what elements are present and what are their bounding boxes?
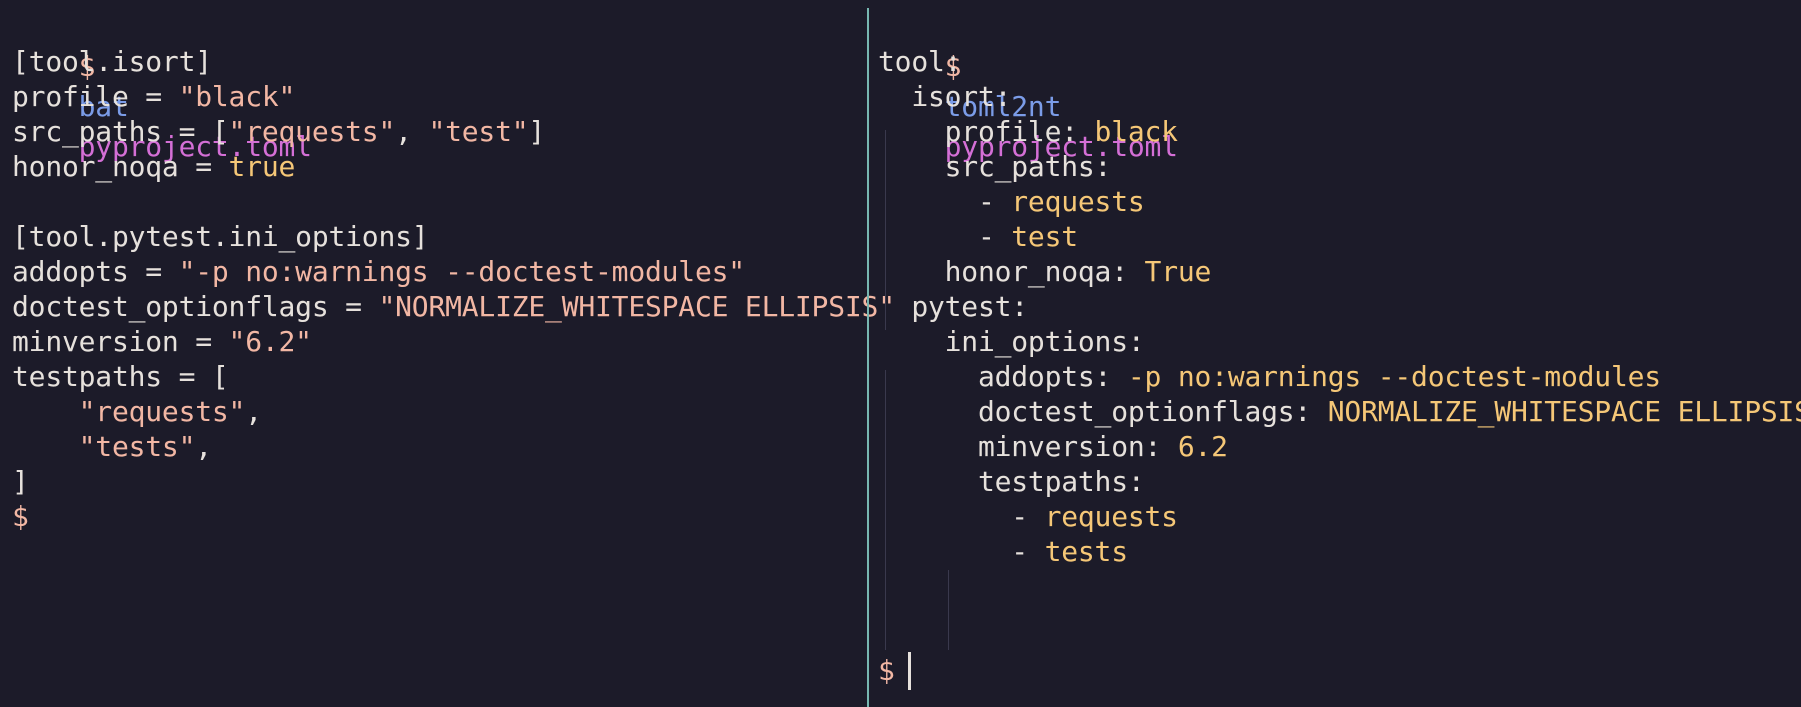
value-literal: 6.2: [1177, 430, 1228, 463]
output-line: honor_noqa: True: [878, 252, 1212, 292]
output-line: tool:: [878, 42, 961, 82]
output-line: testpaths = [: [12, 357, 229, 397]
prompt-symbol: $: [12, 500, 29, 533]
value-literal: true: [228, 150, 296, 183]
value-literal: black: [1094, 115, 1178, 148]
output-line: "tests",: [12, 427, 212, 467]
output-line: ini_options:: [878, 322, 1145, 362]
right-terminal-pane[interactable]: $ toml2nt pyproject.toml tool: isort: pr…: [870, 0, 1801, 707]
line-text: profile =: [12, 80, 179, 113]
output-line: profile = "black": [12, 77, 295, 117]
value-literal: -p no:warnings --doctest-modules: [1127, 360, 1661, 393]
string-literal: "NORMALIZE_WHITESPACE ELLIPSIS": [378, 290, 895, 323]
text-cursor[interactable]: [908, 652, 911, 690]
line-text: honor_noqa =: [12, 150, 229, 183]
prompt-symbol: $: [878, 654, 895, 687]
line-text: src_paths:: [878, 150, 1112, 183]
line-text: minversion =: [12, 325, 229, 358]
line-text: -: [878, 500, 1045, 533]
value-literal: tests: [1044, 535, 1128, 568]
line-text: [tool.isort]: [12, 45, 212, 78]
line-text: testpaths = [: [12, 360, 229, 393]
value-literal: True: [1144, 255, 1212, 288]
output-line: - requests: [878, 497, 1178, 537]
value-literal: requests: [1011, 185, 1145, 218]
pane-divider[interactable]: [867, 8, 869, 707]
string-literal: "tests": [78, 430, 196, 463]
line-text: ini_options:: [878, 325, 1145, 358]
line-text: minversion:: [878, 430, 1178, 463]
string-literal: "6.2": [228, 325, 312, 358]
output-line: addopts = "-p no:warnings --doctest-modu…: [12, 252, 745, 292]
line-text: -: [878, 185, 1012, 218]
line-text: -: [878, 535, 1045, 568]
output-line: profile: black: [878, 112, 1178, 152]
output-line: "requests",: [12, 392, 262, 432]
line-text: ,: [195, 430, 212, 463]
line-text: [tool.pytest.ini_options]: [12, 220, 429, 253]
output-line: - tests: [878, 532, 1128, 572]
line-text: ]: [528, 115, 546, 148]
line-text: addopts:: [878, 360, 1128, 393]
output-line: - requests: [878, 182, 1145, 222]
command-line: $ bat pyproject.toml: [12, 7, 312, 163]
line-text: ]: [12, 465, 29, 498]
output-line: doctest_optionflags = "NORMALIZE_WHITESP…: [12, 287, 895, 327]
output-line: [tool.isort]: [12, 42, 212, 82]
line-text: tool:: [878, 45, 962, 78]
string-literal: "-p no:warnings --doctest-modules": [178, 255, 746, 288]
string-literal: "requests": [228, 115, 396, 148]
left-terminal-pane[interactable]: $ bat pyproject.toml [tool.isort] profile…: [0, 0, 895, 707]
output-line: ]: [12, 462, 29, 502]
line-text: isort:: [878, 80, 1012, 113]
line-text: honor_noqa:: [878, 255, 1145, 288]
indent-guide: [948, 570, 949, 650]
line-text: testpaths:: [878, 465, 1145, 498]
value-literal: requests: [1044, 500, 1178, 533]
output-line: isort:: [878, 77, 1011, 117]
line-text: [12, 395, 79, 428]
output-line: src_paths = ["requests", "test"]: [12, 112, 545, 152]
line-text: ,: [245, 395, 262, 428]
output-line: addopts: -p no:warnings --doctest-module…: [878, 357, 1661, 397]
value-literal: NORMALIZE_WHITESPACE ELLIPSIS: [1327, 395, 1801, 428]
string-literal: "black": [178, 80, 296, 113]
string-literal: "requests": [78, 395, 246, 428]
line-text: doctest_optionflags =: [12, 290, 379, 323]
line-text: doctest_optionflags:: [878, 395, 1328, 428]
string-literal: "test": [428, 115, 529, 148]
output-line: - test: [878, 217, 1078, 257]
output-line: minversion: 6.2: [878, 427, 1228, 467]
output-line: [tool.pytest.ini_options]: [12, 217, 429, 257]
output-line: pytest:: [878, 287, 1028, 327]
line-text: profile:: [878, 115, 1095, 148]
output-line: testpaths:: [878, 462, 1145, 502]
output-line: doctest_optionflags: NORMALIZE_WHITESPAC…: [878, 392, 1801, 432]
line-text: addopts =: [12, 255, 179, 288]
output-line: honor_noqa = true: [12, 147, 295, 187]
line-text: ,: [395, 115, 429, 148]
line-text: src_paths = [: [12, 115, 229, 148]
line-text: -: [878, 220, 1012, 253]
output-line: minversion = "6.2": [12, 322, 312, 362]
line-text: [12, 430, 79, 463]
value-literal: test: [1011, 220, 1078, 253]
line-text: pytest:: [878, 290, 1028, 323]
output-line: src_paths:: [878, 147, 1112, 187]
command-line: $ toml2nt pyproject.toml: [878, 7, 1178, 163]
